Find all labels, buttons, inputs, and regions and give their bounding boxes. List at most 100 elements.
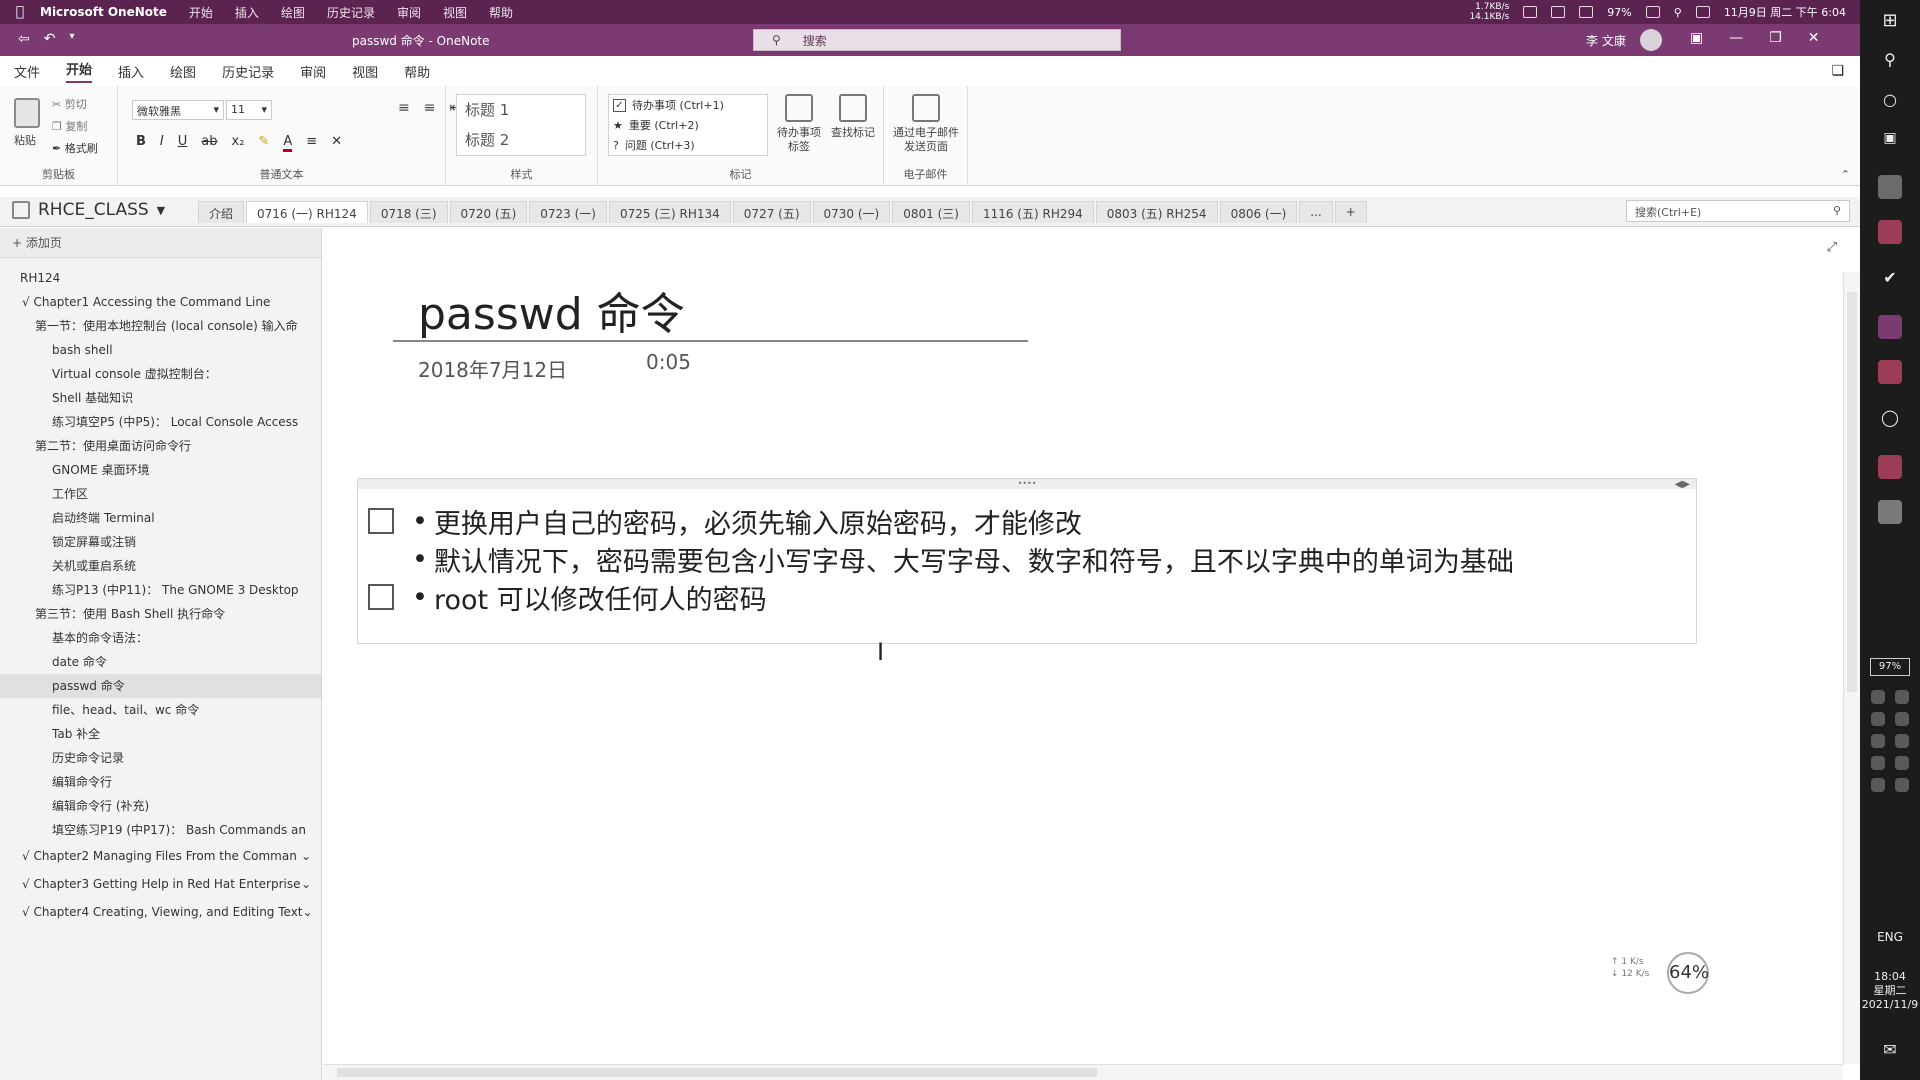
section-tab[interactable]: 0727 (五) (732, 201, 811, 223)
page-item[interactable]: 历史命令记录 (0, 746, 321, 770)
back-icon[interactable]: ⇦ (18, 31, 30, 47)
task-view-icon[interactable]: ▣ (1878, 130, 1902, 154)
highlight-icon[interactable]: ✎ (258, 134, 269, 152)
menu-item-help[interactable]: 帮助 (489, 4, 513, 21)
cortana-icon[interactable]: ○ (1878, 90, 1902, 114)
notebook-search-input[interactable]: 搜索(Ctrl+E) ⚲ (1626, 200, 1850, 222)
search-icon[interactable]: ⚲ (1878, 50, 1902, 74)
bold-icon[interactable]: B (136, 134, 146, 152)
tray-icon[interactable] (1895, 690, 1909, 704)
onenote-app-icon[interactable] (1878, 315, 1902, 339)
page-item[interactable]: Shell 基础知识 (0, 386, 321, 410)
tray-icon[interactable] (1895, 712, 1909, 726)
tags-gallery[interactable]: ✓ 待办事项 (Ctrl+1) ★ 重要 (Ctrl+2) ? 问题 (Ctrl+3) (608, 94, 768, 156)
section-tab[interactable]: 0718 (三) (369, 201, 448, 223)
notebook-selector[interactable]: RHCE_CLASS ▼ (12, 200, 165, 220)
page-item[interactable]: 编辑命令行 (补充) (0, 794, 321, 818)
todo-tag-button[interactable]: 待办事项标签 (774, 94, 824, 154)
chapter-item[interactable]: √ Chapter2 Managing Files From the Comma… (0, 842, 321, 870)
tag-question[interactable]: ? 问题 (Ctrl+3) (609, 135, 767, 155)
tray-icon[interactable] (1871, 756, 1885, 770)
more-sections-button[interactable]: ... (1299, 201, 1333, 223)
customize-qat-icon[interactable]: ▾ (69, 31, 74, 47)
battery-icon[interactable] (1645, 6, 1660, 18)
vertical-scrollbar[interactable] (1843, 272, 1860, 1064)
cut-button[interactable]: ✂ 剪切 (52, 96, 87, 112)
section-tab[interactable]: 介绍 (198, 201, 245, 223)
page-item[interactable]: √ Chapter1 Accessing the Command Line (0, 290, 321, 314)
style-heading-1[interactable]: 标题 1 (457, 95, 585, 125)
bluetooth-icon[interactable] (1523, 6, 1538, 18)
app-icon[interactable] (1878, 360, 1902, 384)
tab-draw[interactable]: 绘图 (170, 62, 196, 81)
page-item[interactable]: RH124 (0, 266, 321, 290)
zoom-indicator[interactable]: 64% (1667, 952, 1709, 994)
tab-history[interactable]: 历史记录 (222, 62, 274, 81)
copy-button[interactable]: ❐ 复制 (52, 118, 87, 134)
section-tab[interactable]: 0806 (一) (1219, 201, 1298, 223)
notebook-view-icon[interactable]: ❏ (1831, 63, 1844, 79)
app-icon[interactable]: ◯ (1878, 408, 1902, 432)
page-item[interactable]: 关机或重启系统 (0, 554, 321, 578)
horizontal-scroll-thumb[interactable] (337, 1068, 1097, 1077)
menu-item-insert[interactable]: 插入 (235, 4, 259, 21)
page-item-selected[interactable]: passwd 命令 (0, 674, 321, 698)
app-icon[interactable] (1878, 500, 1902, 524)
find-tags-button[interactable]: 查找标记 (826, 94, 880, 140)
minimize-icon[interactable]: — (1729, 30, 1743, 46)
tray-icon[interactable] (1871, 734, 1885, 748)
container-resize-icon[interactable]: ◀▶ (1675, 479, 1690, 490)
page-item[interactable]: file、head、tail、wc 命令 (0, 698, 321, 722)
tray-icon[interactable] (1895, 778, 1909, 792)
format-painter-button[interactable]: ✒ 格式刷 (52, 140, 98, 156)
note-line-1[interactable]: • 更换用户自己的密码，必须先输入原始密码，才能修改 (368, 503, 1082, 540)
page-item[interactable]: Tab 补全 (0, 722, 321, 746)
menu-item-history[interactable]: 历史记录 (327, 4, 375, 21)
menu-item-start[interactable]: 开始 (189, 4, 213, 21)
page-item[interactable]: 工作区 (0, 482, 321, 506)
app-icon[interactable] (1878, 455, 1902, 479)
control-center-icon[interactable] (1695, 6, 1710, 18)
section-tab[interactable]: 0801 (三) (892, 201, 970, 223)
tab-help[interactable]: 帮助 (404, 62, 430, 81)
tab-home[interactable]: 开始 (66, 59, 93, 83)
close-icon[interactable]: ✕ (1808, 30, 1820, 46)
app-icon[interactable] (1878, 220, 1902, 244)
chevron-down-icon[interactable]: ⌄ (301, 842, 311, 870)
page-item[interactable]: GNOME 桌面环境 (0, 458, 321, 482)
strikethrough-icon[interactable]: ab (201, 134, 217, 152)
page-item[interactable]: Virtual console 虚拟控制台： (0, 362, 321, 386)
tag-todo[interactable]: ✓ 待办事项 (Ctrl+1) (609, 95, 767, 115)
section-tab[interactable]: 0803 (五) RH254 (1095, 201, 1218, 223)
page-item[interactable]: 启动终端 Terminal (0, 506, 321, 530)
app-icon[interactable] (1878, 175, 1902, 199)
section-tab[interactable]: 0725 (三) RH134 (608, 201, 731, 223)
font-color-icon[interactable]: A (283, 134, 293, 152)
bullet-list-icon[interactable]: ≡ (398, 100, 410, 116)
note-text[interactable]: 默认情况下，密码需要包含小写字母、大写字母、数字和符号，且不以字典中的单词为基础 (434, 540, 1514, 579)
page-item[interactable]: 第三节：使用 Bash Shell 执行命令 (0, 602, 321, 626)
numbered-list-icon[interactable]: ≡ (424, 100, 436, 116)
page-item[interactable]: 锁定屏幕或注销 (0, 530, 321, 554)
note-line-3[interactable]: • root 可以修改任何人的密码 (368, 579, 767, 616)
chevron-down-icon[interactable]: ⌄ (301, 870, 311, 898)
input-language[interactable]: ENG (1860, 930, 1920, 944)
menu-item-view[interactable]: 视图 (443, 4, 467, 21)
note-line-2[interactable]: • 默认情况下，密码需要包含小写字母、大写字母、数字和符号，且不以字典中的单词为… (368, 540, 1514, 579)
collapse-ribbon-icon[interactable]: ⌃ (1841, 168, 1850, 181)
section-tab[interactable]: 1116 (五) RH294 (971, 201, 1094, 223)
delete-icon[interactable]: ✕ (331, 134, 342, 152)
tab-insert[interactable]: 插入 (118, 62, 144, 81)
chevron-down-icon[interactable]: ⌄ (303, 898, 313, 926)
section-tab[interactable]: 0730 (一) (812, 201, 891, 223)
page-item[interactable]: 第二节：使用桌面访问命令行 (0, 434, 321, 458)
container-grip[interactable]: •••• (358, 479, 1696, 489)
font-size-select[interactable]: 11 ▾ (226, 100, 272, 120)
expand-icon[interactable]: ⤢ (1827, 240, 1837, 255)
page-item[interactable]: 练习填空P5 (中P5)： Local Console Access (0, 410, 321, 434)
avatar[interactable] (1640, 29, 1662, 51)
wifi-icon[interactable] (1551, 6, 1566, 18)
tab-review[interactable]: 审阅 (300, 62, 326, 81)
tab-file[interactable]: 文件 (14, 62, 40, 81)
page-item[interactable]: 填空练习P19 (中P17)： Bash Commands an (0, 818, 321, 842)
